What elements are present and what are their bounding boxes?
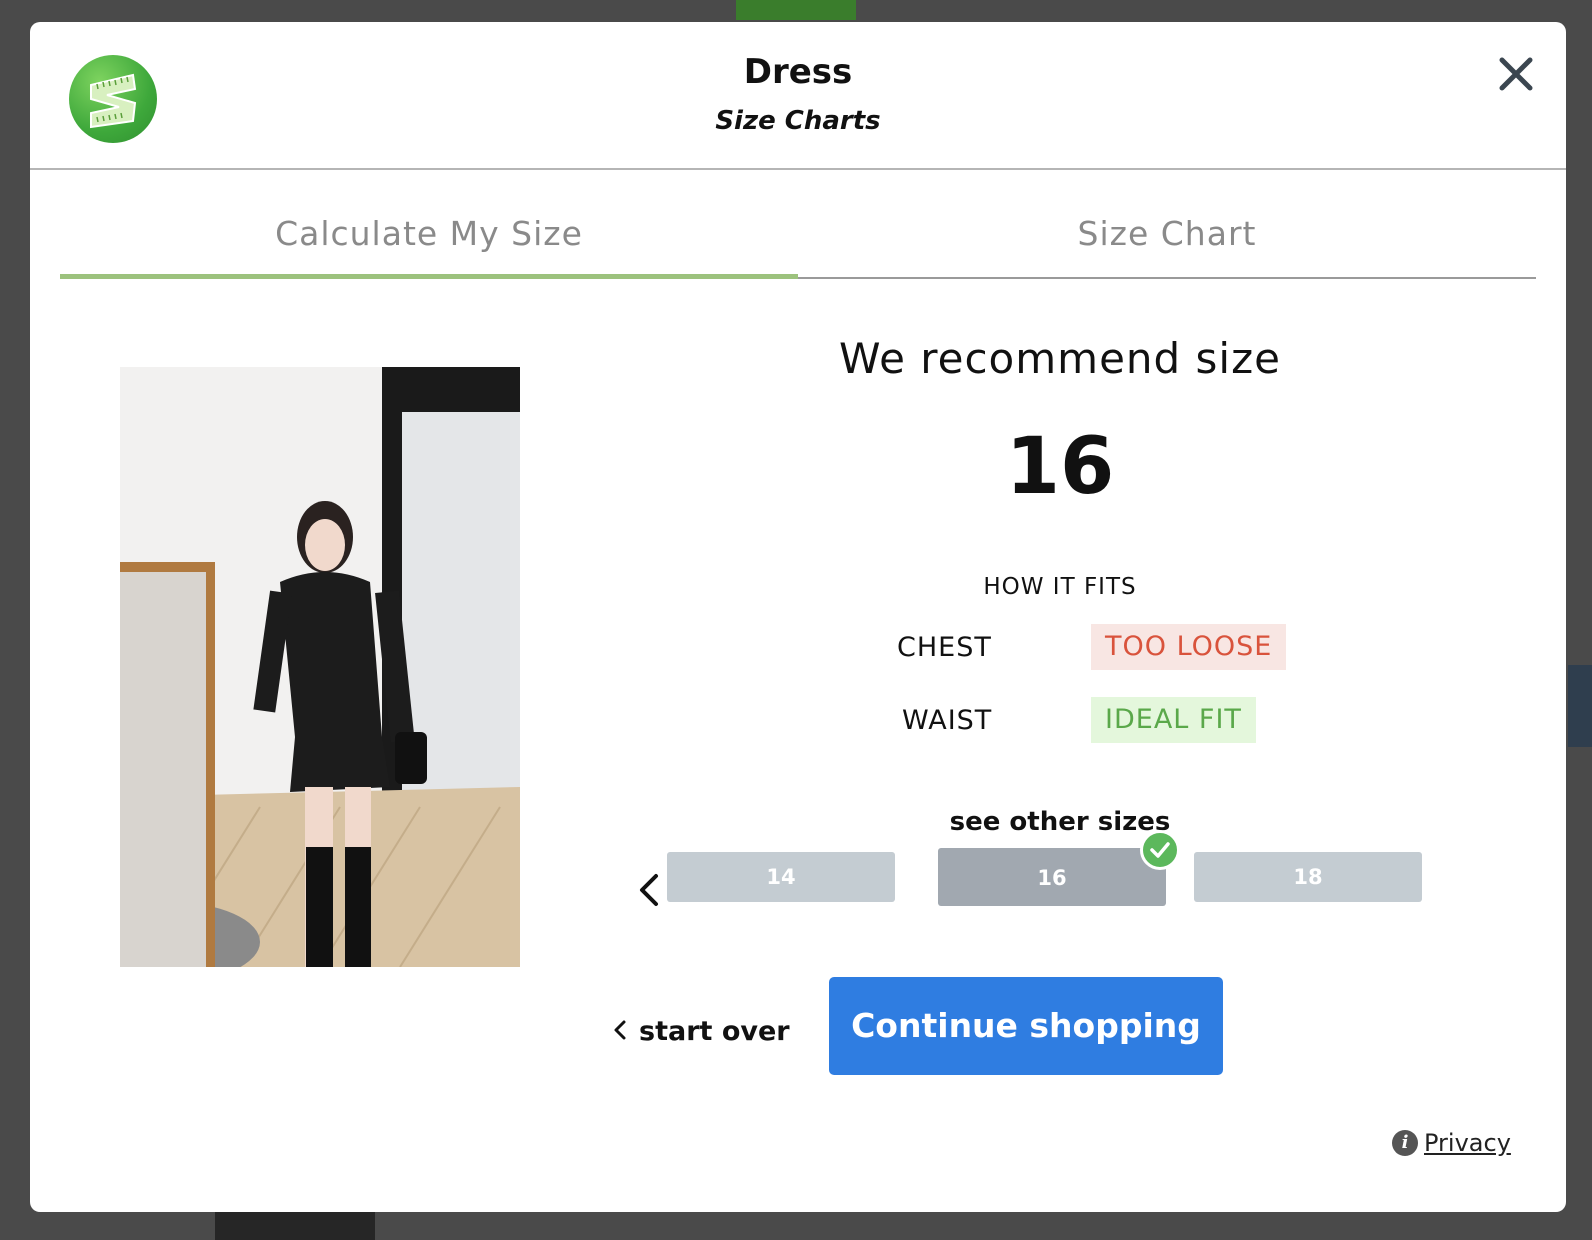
tab-size-chart[interactable]: Size Chart xyxy=(798,192,1536,279)
recommendation-heading: We recommend size xyxy=(839,334,1281,383)
tab-calculate-my-size[interactable]: Calculate My Size xyxy=(60,192,798,279)
recommended-size: 16 xyxy=(1005,422,1115,512)
size-option-14[interactable]: 14 xyxy=(667,852,895,902)
privacy-footer: i Privacy xyxy=(1392,1126,1511,1158)
chevron-left-icon[interactable] xyxy=(634,870,668,910)
other-sizes-heading: see other sizes xyxy=(949,807,1171,837)
close-icon[interactable] xyxy=(1496,54,1536,94)
how-it-fits-heading: HOW IT FITS xyxy=(983,574,1137,600)
size-chart-modal: Dress Size Charts Calculate My Size Size… xyxy=(30,22,1566,1212)
start-over-label: start over xyxy=(639,1016,790,1047)
background-page-fragment xyxy=(215,1210,375,1240)
fit-result-waist: IDEAL FIT xyxy=(1091,697,1256,743)
modal-title: Dress xyxy=(743,52,853,92)
background-page-fragment xyxy=(1568,665,1592,747)
product-image xyxy=(120,367,520,967)
tab-bar: Calculate My Size Size Chart xyxy=(60,192,1536,279)
modal-subtitle: Size Charts xyxy=(715,106,881,136)
size-option-16[interactable]: 16 xyxy=(938,848,1166,906)
size-option-18[interactable]: 18 xyxy=(1194,852,1422,902)
info-icon: i xyxy=(1392,1130,1418,1156)
background-page-fragment xyxy=(736,0,856,20)
chevron-left-icon xyxy=(614,1020,626,1039)
start-over-link[interactable]: start over xyxy=(613,1012,790,1052)
fit-area-chest: CHEST xyxy=(897,632,992,663)
modal-header: Dress Size Charts xyxy=(30,22,1566,170)
fit-result-chest: TOO LOOSE xyxy=(1091,624,1287,670)
continue-shopping-button[interactable]: Continue shopping xyxy=(829,977,1223,1075)
privacy-link[interactable]: Privacy xyxy=(1424,1129,1511,1157)
fit-area-waist: WAIST xyxy=(902,705,993,736)
checkmark-icon xyxy=(1140,830,1180,870)
